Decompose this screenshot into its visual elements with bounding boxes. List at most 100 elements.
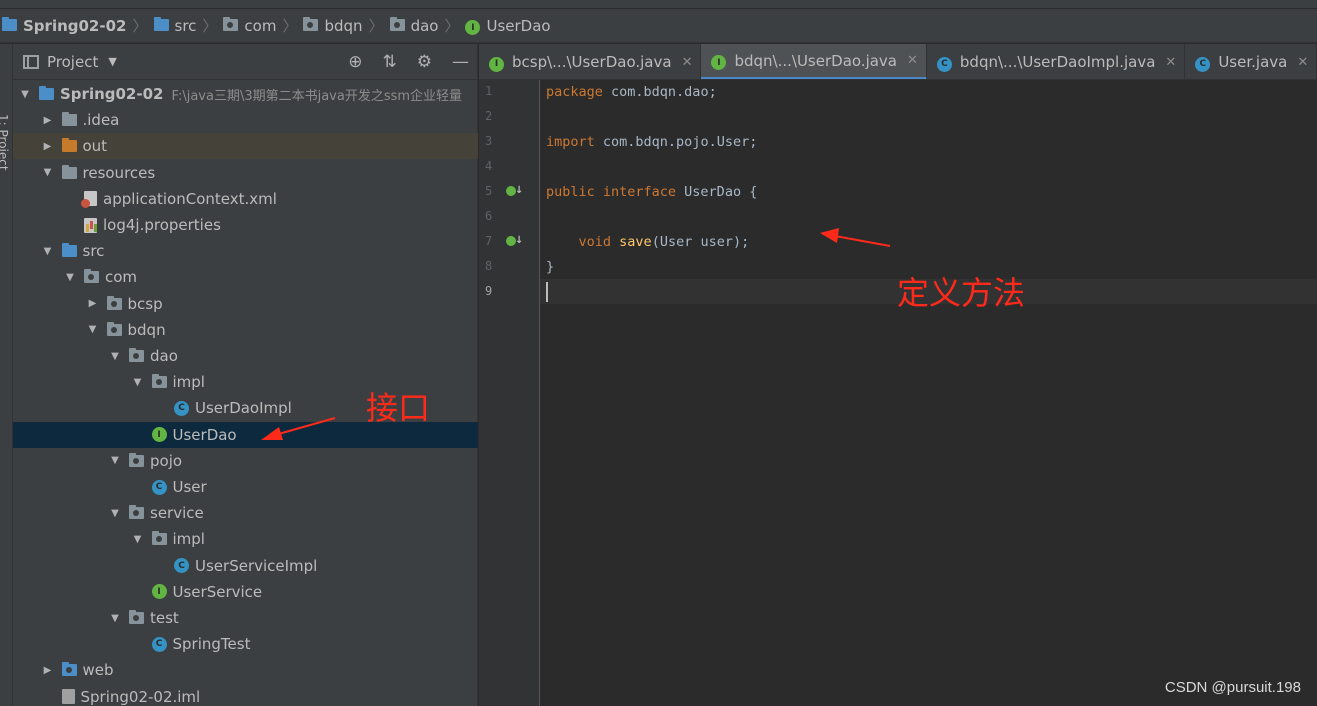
folder-icon (129, 505, 144, 520)
tree-node[interactable]: ▼ pojo (13, 448, 478, 474)
expanded-arrow-icon[interactable]: ▼ (109, 508, 121, 519)
tree-node-label: applicationContext.xml (103, 189, 277, 208)
implemented-gutter-icon[interactable]: ↓ (506, 234, 523, 250)
expanded-arrow-icon[interactable]: ▼ (109, 455, 121, 466)
project-panel-header: Project ▼ ⊕ ⇅ ⚙ — (13, 44, 477, 80)
locate-icon[interactable]: ⊕ (348, 52, 362, 72)
project-panel-title[interactable]: Project (47, 53, 98, 71)
tree-node[interactable]: C UserServiceImpl (13, 553, 478, 579)
tree-node-label: out (82, 137, 108, 156)
expanded-arrow-icon[interactable]: ▼ (132, 534, 144, 545)
tree-node-label: test (150, 609, 179, 627)
interface-annotation: 接口 (366, 389, 431, 427)
tree-node-label: Spring02-02 (60, 85, 164, 103)
collapsed-arrow-icon[interactable]: ▶ (42, 665, 54, 676)
code-token: com.bdqn.pojo.User; (594, 134, 758, 150)
collapsed-arrow-icon[interactable]: ▶ (87, 298, 99, 309)
editor-tab[interactable]: Ibcsp\...\UserDao.java ✕ (479, 44, 702, 79)
folder-icon (129, 452, 144, 467)
tree-node[interactable]: Spring02-02.iml (13, 684, 478, 706)
folder-icon (106, 295, 122, 310)
tool-window-strip: 1: Project (0, 44, 13, 706)
editor-tab-label: bdqn\...\UserDaoImpl.java (959, 53, 1156, 71)
tree-node[interactable]: ▼ test (13, 605, 478, 631)
line-number: 1 (485, 84, 493, 98)
tree-node[interactable]: ▼ resources (13, 160, 478, 186)
tree-node[interactable]: ▼ com (13, 264, 478, 290)
code-token: } (546, 259, 555, 275)
breadcrumb-item[interactable]: I UserDao (465, 9, 551, 43)
tree-node[interactable]: ▶ .idea (13, 107, 478, 133)
minimize-icon[interactable]: — (452, 52, 469, 72)
tree-node[interactable]: C User (13, 474, 478, 500)
line-number: 6 (485, 209, 493, 223)
project-tool-button[interactable]: 1: Project (0, 114, 10, 171)
editor-tab[interactable]: C User.java ✕ (1185, 44, 1317, 79)
tree-node[interactable]: ▼ src (13, 238, 478, 264)
folder-icon (61, 662, 77, 677)
tree-node[interactable]: I UserService (13, 579, 478, 605)
expanded-arrow-icon[interactable]: ▼ (132, 377, 144, 388)
code-editor[interactable]: package com.bdqn.dao; import com.bdqn.poj… (540, 80, 1317, 706)
close-icon[interactable]: ✕ (682, 55, 693, 70)
breadcrumb-item[interactable]: src (153, 9, 196, 43)
breadcrumb-item[interactable]: dao (389, 9, 438, 43)
line-number: 3 (485, 134, 493, 148)
tree-node[interactable]: log4j.properties (13, 212, 478, 238)
tree-node[interactable]: ▶ web (13, 657, 478, 683)
expanded-arrow-icon[interactable]: ▼ (109, 613, 121, 624)
tree-node[interactable]: ▶ out (13, 133, 478, 160)
collapse-all-icon[interactable]: ⇅ (383, 52, 397, 72)
breadcrumb-item[interactable]: Spring02-02 (2, 9, 126, 43)
tree-node[interactable]: ▼ dao (13, 343, 478, 369)
collapsed-arrow-icon[interactable]: ▶ (42, 115, 54, 126)
folder-icon (151, 531, 167, 546)
tree-node-path: F:\java三期\3期第二本书java开发之ssm企业轻量 (171, 88, 463, 104)
tree-node[interactable]: C SpringTest (13, 631, 478, 657)
editor-tab[interactable]: Ibdqn\...\UserDao.java ✕ (701, 44, 927, 79)
tree-node[interactable]: ▼ Spring02-02 F:\java三期\3期第二本书java开发之ssm企业… (13, 81, 478, 107)
breadcrumb-item[interactable]: bdqn (303, 9, 363, 43)
code-keyword: import (546, 134, 595, 150)
gear-icon[interactable]: ⚙ (417, 52, 432, 72)
tree-node-label: pojo (150, 451, 183, 470)
folder-icon (61, 138, 77, 153)
close-icon[interactable]: ✕ (1165, 55, 1176, 70)
expanded-arrow-icon[interactable]: ▼ (109, 351, 121, 362)
implemented-gutter-icon[interactable]: ↓ (506, 184, 523, 200)
editor-tab[interactable]: Cbdqn\...\UserDaoImpl.java ✕ (927, 44, 1186, 79)
expanded-arrow-icon[interactable]: ▼ (42, 167, 54, 178)
code-token: com.bdqn.dao; (602, 84, 717, 100)
chevron-down-icon[interactable]: ▼ (108, 55, 116, 68)
tree-node[interactable]: ▼ impl (13, 526, 478, 552)
tree-node-label: SpringTest (172, 635, 251, 654)
tree-node-label: Spring02-02.iml (80, 687, 201, 706)
expanded-arrow-icon[interactable]: ▼ (87, 324, 99, 335)
line-number: 7 (485, 234, 493, 248)
iml-file-icon (61, 689, 75, 705)
tree-node-label: src (82, 242, 105, 261)
class-icon: C (174, 400, 189, 416)
close-icon[interactable]: ✕ (907, 53, 918, 68)
panel-toolbar: ⊕ ⇅ ⚙ — (348, 44, 469, 80)
tree-node[interactable]: applicationContext.xml (13, 186, 478, 212)
folder-icon (153, 16, 169, 35)
class-icon: C (174, 558, 189, 574)
tree-node[interactable]: ▶ bcsp (13, 291, 478, 317)
close-icon[interactable]: ✕ (1297, 55, 1308, 70)
tree-node-label: User (172, 478, 207, 496)
tree-node[interactable]: ▼ bdqn (13, 317, 478, 343)
tree-node-label: impl (172, 373, 205, 392)
breadcrumb-item[interactable]: com (223, 9, 276, 43)
expanded-arrow-icon[interactable]: ▼ (19, 89, 31, 100)
collapsed-arrow-icon[interactable]: ▶ (42, 141, 54, 152)
interface-icon: I (711, 51, 734, 71)
expanded-arrow-icon[interactable]: ▼ (64, 272, 76, 283)
tree-node[interactable]: ▼ service (13, 500, 478, 526)
tree-node-label: resources (82, 163, 156, 182)
expanded-arrow-icon[interactable]: ▼ (42, 246, 54, 257)
line-number: 4 (485, 159, 493, 173)
code-method-name: save (619, 234, 652, 250)
interface-icon: I (489, 52, 512, 72)
